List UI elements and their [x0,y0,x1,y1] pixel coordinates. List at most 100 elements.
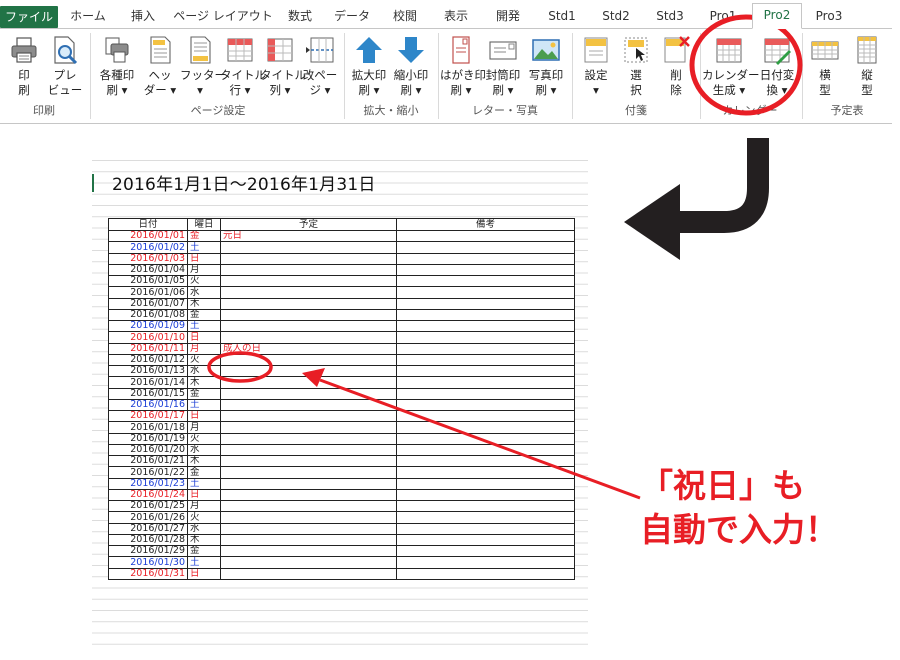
event-cell[interactable] [220,241,397,254]
notes-cell[interactable] [396,297,575,310]
event-cell[interactable] [220,274,397,288]
date-cell[interactable]: 2016/01/29 [108,544,188,558]
event-cell[interactable] [220,398,397,412]
weekday-cell[interactable]: 土 [187,477,221,490]
notes-cell[interactable] [396,511,575,524]
weekday-cell[interactable]: 木 [187,533,221,547]
tab-home[interactable]: ホーム [62,5,114,27]
calendar-generate-button[interactable]: カレンダー 生成 ▾ [702,33,760,101]
event-cell[interactable] [220,567,397,580]
weekday-cell[interactable]: 日 [187,252,221,265]
notes-cell[interactable] [396,398,575,412]
weekday-cell[interactable]: 木 [187,376,221,389]
date-cell[interactable]: 2016/01/03 [108,252,188,265]
notes-cell[interactable] [396,488,575,502]
header-button[interactable]: ヘッ ダー ▾ [140,33,180,101]
event-cell[interactable] [220,443,397,457]
weekday-cell[interactable]: 水 [187,286,221,299]
event-cell[interactable] [220,466,397,479]
date-cell[interactable]: 2016/01/20 [108,443,188,457]
weekday-cell[interactable]: 金 [187,387,221,400]
footer-button[interactable]: フッター ▾ [180,33,226,101]
notes-cell[interactable] [396,387,575,400]
date-cell[interactable]: 2016/01/07 [108,297,188,310]
notes-cell[interactable] [396,229,575,243]
tab-insert[interactable]: 挿入 [118,5,168,27]
notes-cell[interactable] [396,421,575,434]
sticky-note-settings-button[interactable]: 設定 ▾ [576,33,616,101]
event-cell[interactable] [220,387,397,400]
date-cell[interactable]: 2016/01/26 [108,511,188,524]
weekday-cell[interactable]: 水 [187,522,221,535]
title-row-button[interactable]: タイトル 行 ▾ [220,33,266,101]
weekday-cell[interactable]: 火 [187,274,221,288]
title-column-button[interactable]: タイトル 列 ▾ [260,33,306,101]
date-cell[interactable]: 2016/01/23 [108,477,188,490]
date-cell[interactable]: 2016/01/30 [108,556,188,569]
event-cell[interactable] [220,454,397,468]
weekday-cell[interactable]: 土 [187,319,221,333]
notes-cell[interactable] [396,477,575,490]
date-cell[interactable]: 2016/01/24 [108,488,188,502]
date-convert-button[interactable]: 日付変 換 ▾ [756,33,798,101]
event-cell[interactable] [220,331,397,344]
weekday-cell[interactable]: 水 [187,364,221,378]
date-cell[interactable]: 2016/01/15 [108,387,188,400]
weekday-cell[interactable]: 土 [187,556,221,569]
weekday-cell[interactable]: 金 [187,544,221,558]
tab-page-layout[interactable]: ページ レイアウト [172,5,274,27]
weekday-cell[interactable]: 金 [187,229,221,243]
preview-button[interactable]: プレ ビュー [46,33,84,101]
weekday-cell[interactable]: 月 [187,421,221,434]
event-cell[interactable] [220,556,397,569]
date-cell[interactable]: 2016/01/17 [108,409,188,423]
photo-print-button[interactable]: 写真印 刷 ▾ [524,33,568,101]
enlarge-print-button[interactable]: 拡大印 刷 ▾ [348,33,390,101]
event-cell[interactable] [220,297,397,310]
notes-cell[interactable] [396,241,575,254]
event-cell[interactable] [220,376,397,389]
sticky-note-select-button[interactable]: 選 択 [616,33,656,101]
date-cell[interactable]: 2016/01/18 [108,421,188,434]
weekday-cell[interactable]: 水 [187,443,221,457]
weekday-cell[interactable]: 木 [187,454,221,468]
tab-file[interactable]: ファイル [0,6,58,28]
notes-cell[interactable] [396,252,575,265]
notes-cell[interactable] [396,533,575,547]
vertical-schedule-button[interactable]: 縦 型 [846,33,888,101]
weekday-cell[interactable]: 金 [187,308,221,322]
notes-cell[interactable] [396,567,575,580]
notes-cell[interactable] [396,353,575,367]
weekday-cell[interactable]: 土 [187,241,221,254]
event-cell[interactable]: 元日 [220,229,397,243]
weekday-cell[interactable]: 火 [187,432,221,445]
date-cell[interactable]: 2016/01/01 [108,229,188,243]
date-cell[interactable]: 2016/01/28 [108,533,188,547]
tab-std3[interactable]: Std3 [646,5,694,27]
event-cell[interactable] [220,499,397,513]
horizontal-schedule-button[interactable]: 横 型 [804,33,846,101]
notes-cell[interactable] [396,522,575,535]
date-cell[interactable]: 2016/01/31 [108,567,188,580]
date-cell[interactable]: 2016/01/10 [108,331,188,344]
event-cell[interactable] [220,421,397,434]
date-cell[interactable]: 2016/01/02 [108,241,188,254]
postcard-print-button[interactable]: はがき印 刷 ▾ [440,33,486,101]
tab-data[interactable]: データ [326,5,378,27]
date-cell[interactable]: 2016/01/21 [108,454,188,468]
weekday-cell[interactable]: 日 [187,567,221,580]
notes-cell[interactable] [396,443,575,457]
weekday-cell[interactable]: 火 [187,511,221,524]
weekday-cell[interactable]: 日 [187,331,221,344]
event-cell[interactable] [220,308,397,322]
notes-cell[interactable] [396,263,575,277]
tab-view[interactable]: 表示 [432,5,480,27]
date-cell[interactable]: 2016/01/19 [108,432,188,445]
notes-cell[interactable] [396,376,575,389]
event-cell[interactable] [220,432,397,445]
envelope-print-button[interactable]: 封筒印 刷 ▾ [482,33,524,101]
weekday-cell[interactable]: 月 [187,263,221,277]
date-cell[interactable]: 2016/01/06 [108,286,188,299]
print-button[interactable]: 印 刷 [4,33,44,101]
weekday-cell[interactable]: 火 [187,353,221,367]
